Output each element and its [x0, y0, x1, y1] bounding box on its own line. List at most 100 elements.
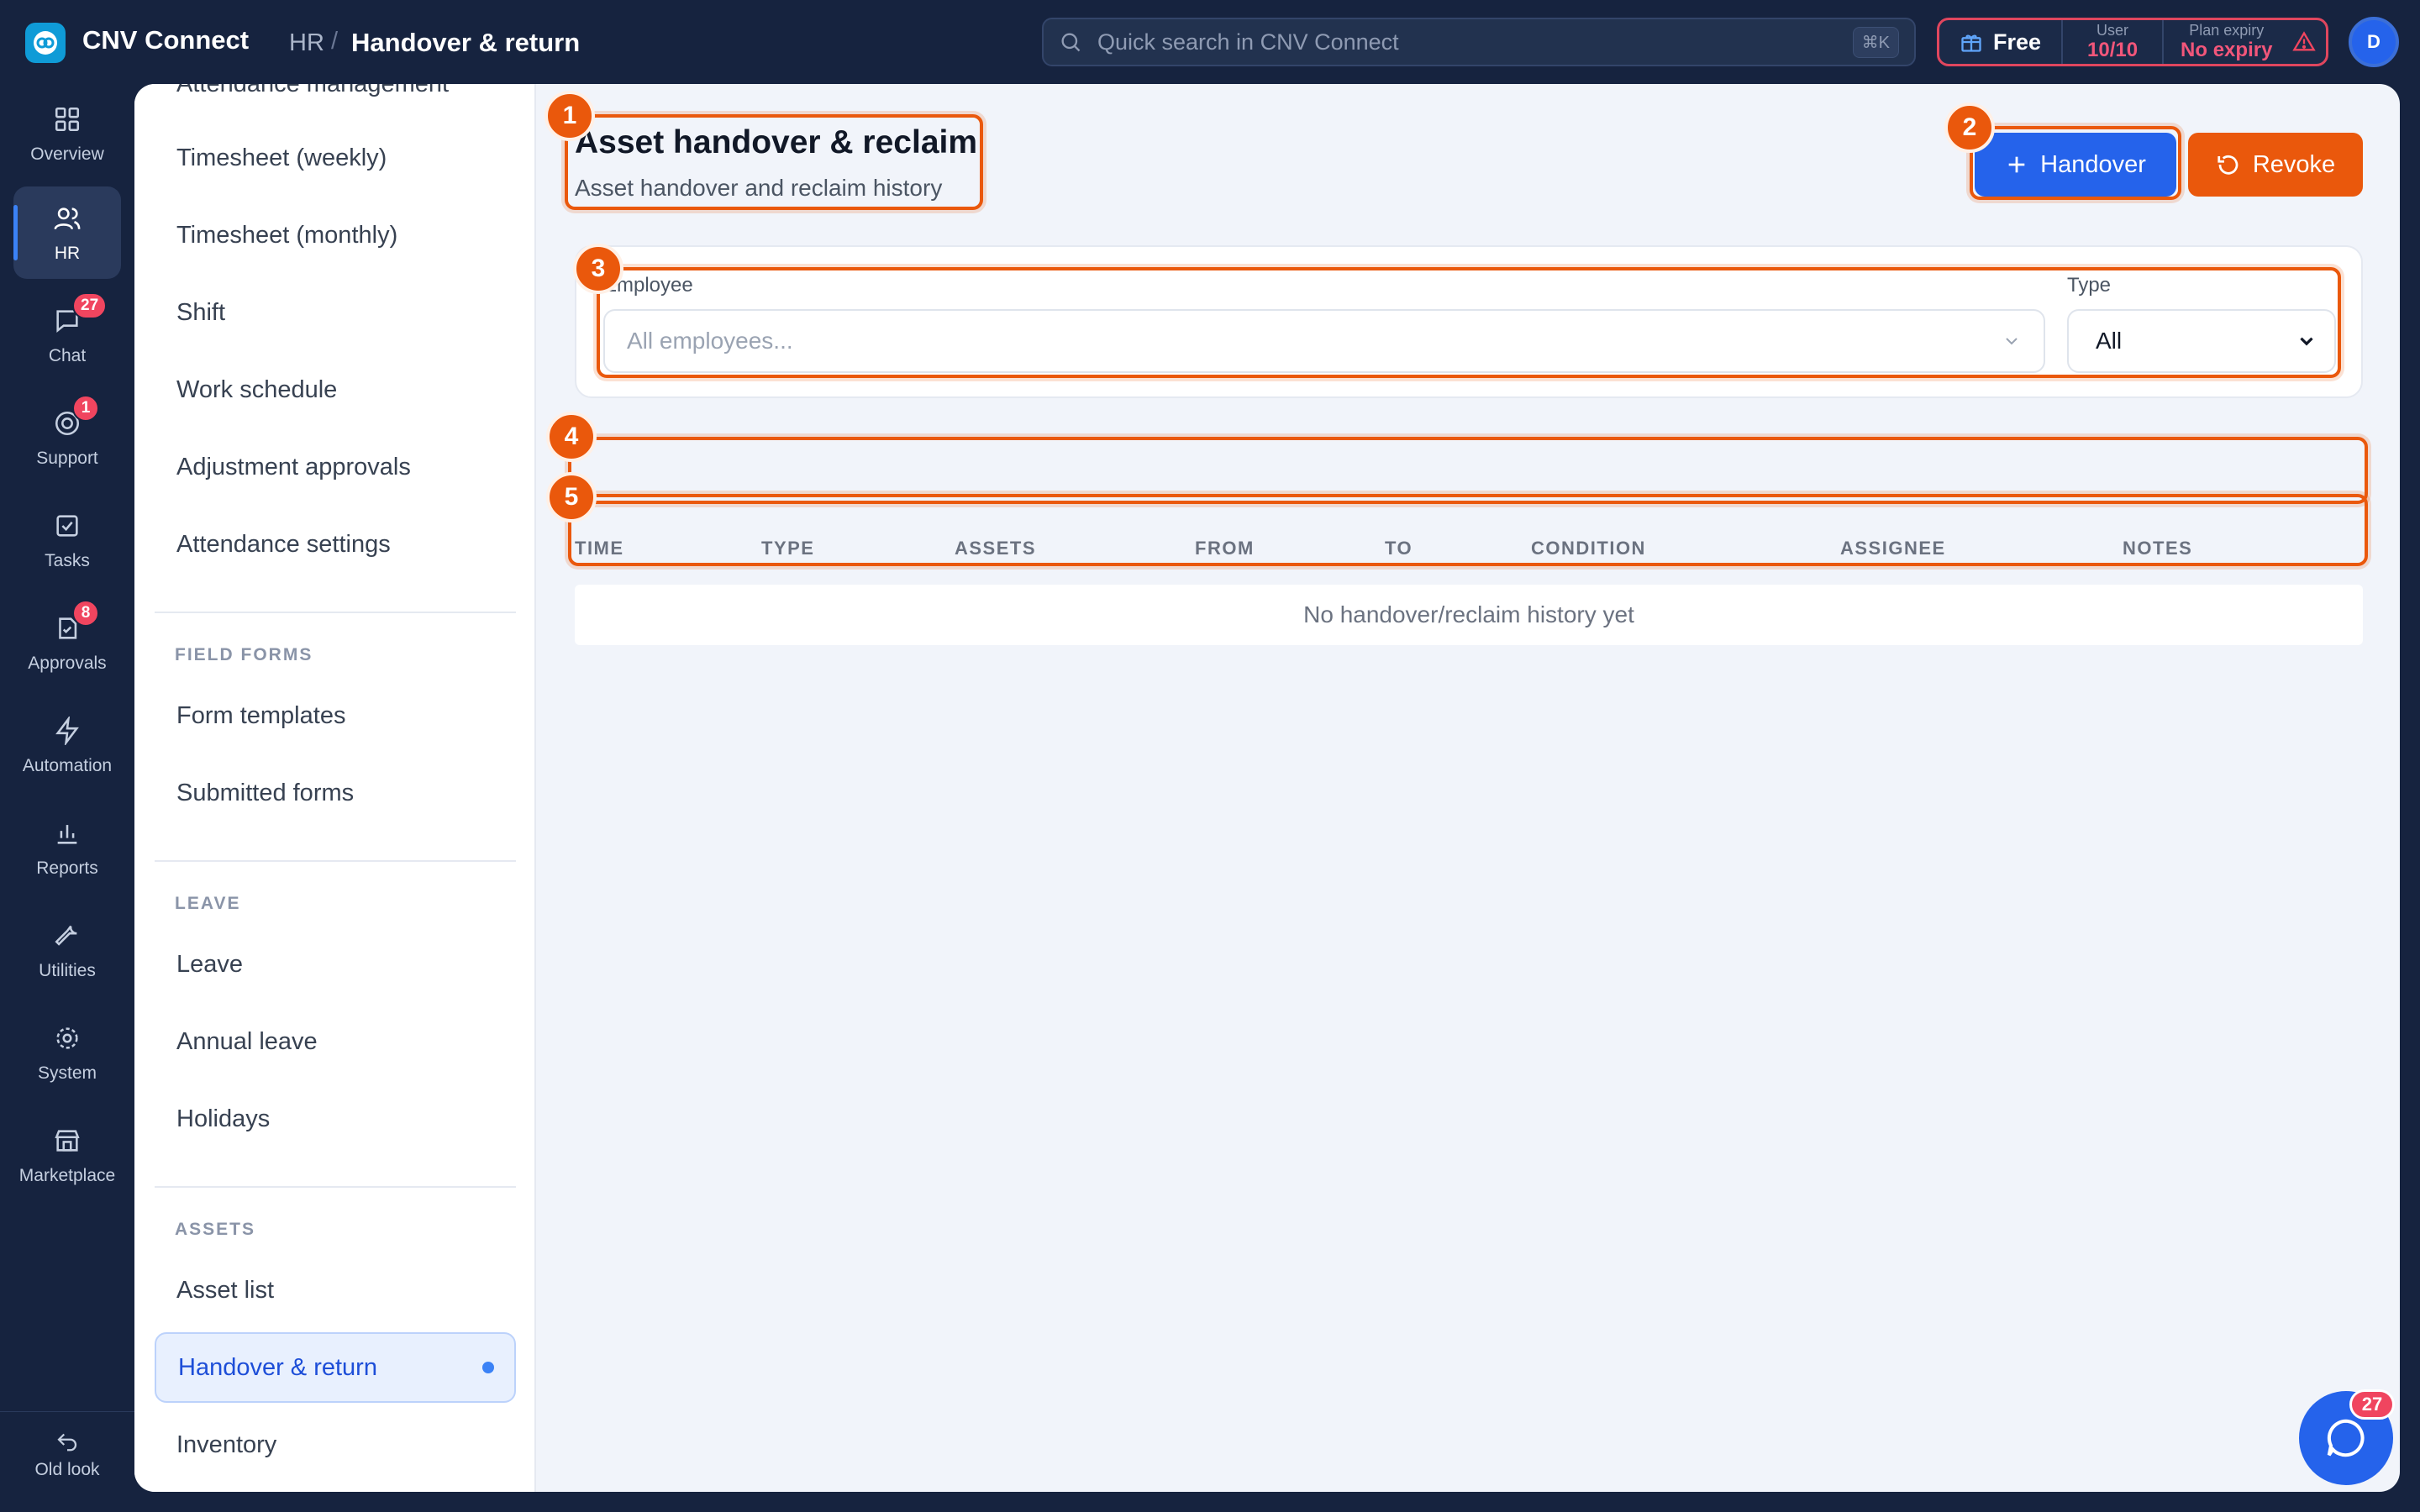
task-check-icon: [50, 509, 84, 543]
subnav-divider: [155, 612, 516, 613]
subnav-item-label: Handover & return: [178, 1353, 377, 1381]
column-header-type[interactable]: TYPE: [761, 538, 814, 559]
subnav-item-form-templates[interactable]: Form templates: [155, 680, 516, 751]
plan-user-value: 10/10: [2087, 39, 2139, 61]
approvals-icon: 8: [50, 600, 99, 645]
search-input[interactable]: Quick search in CNV Connect ⌘K: [1042, 18, 1916, 66]
plan-status[interactable]: Free User 10/10 Plan expiry No expiry: [1937, 18, 2328, 66]
breadcrumb-parent[interactable]: HR: [289, 29, 324, 57]
rail-item-chat[interactable]: 27 Chat: [13, 289, 121, 381]
subnav-item-handover-return[interactable]: Handover & return: [155, 1332, 516, 1403]
rail-item-overview[interactable]: Overview: [13, 87, 121, 180]
rail-label: Reports: [36, 858, 98, 878]
plus-icon: [2005, 153, 2028, 176]
column-header-from[interactable]: FROM: [1195, 538, 1255, 559]
rail-item-support[interactable]: 1 Support: [13, 391, 121, 484]
top-bar: CNV Connect HR / Handover & return Quick…: [0, 0, 2420, 84]
app-logo-icon[interactable]: [25, 23, 66, 63]
subnav-item-leave[interactable]: Leave: [155, 929, 516, 1000]
subnav-item-asset-list[interactable]: Asset list: [155, 1255, 516, 1326]
old-look-button[interactable]: Old look: [13, 1428, 121, 1504]
column-header-assignee[interactable]: ASSIGNEE: [1840, 538, 1946, 559]
bar-chart-icon: [50, 816, 84, 850]
chat-icon: 27: [50, 292, 108, 338]
handover-button[interactable]: Handover: [1975, 133, 2176, 197]
wrench-icon: [50, 919, 84, 953]
plan-expiry-label: Plan expiry: [2189, 22, 2265, 39]
annotation-marker-3: 3: [573, 244, 623, 294]
rail-label: Automation: [22, 756, 113, 775]
revoke-icon: [2216, 152, 2241, 177]
subnav-item-timesheet-monthly[interactable]: Timesheet (monthly): [155, 200, 516, 270]
page-title: Asset handover & reclaim: [575, 124, 978, 160]
rail-item-hr[interactable]: HR: [13, 186, 121, 279]
section-leave: LEAVE: [175, 894, 241, 913]
column-header-time[interactable]: TIME: [575, 538, 624, 559]
main-nav-rail: Overview HR 27 Chat 1 Support Tasks 8 Ap…: [0, 84, 134, 1512]
subnav-divider: [155, 1186, 516, 1188]
revoke-button[interactable]: Revoke: [2188, 133, 2363, 197]
section-assets: ASSETS: [175, 1220, 256, 1239]
rail-label: Marketplace: [18, 1166, 116, 1185]
chevron-down-icon: [2002, 331, 2022, 351]
rail-item-tasks[interactable]: Tasks: [13, 494, 121, 586]
rail-item-reports[interactable]: Reports: [13, 801, 121, 894]
chat-bubble-icon: [2323, 1415, 2369, 1461]
old-look-label: Old look: [34, 1460, 100, 1479]
subnav-item-holidays[interactable]: Holidays: [155, 1084, 516, 1154]
avatar[interactable]: D: [2349, 17, 2399, 67]
subnav-item-annual-leave[interactable]: Annual leave: [155, 1006, 516, 1077]
handover-label: Handover: [2040, 150, 2146, 178]
column-header-assets[interactable]: ASSETS: [955, 538, 1036, 559]
rail-label: Support: [36, 449, 98, 468]
type-filter-label: Type: [2067, 274, 2112, 297]
rail-item-utilities[interactable]: Utilities: [13, 904, 121, 996]
grid-icon: [50, 102, 84, 136]
app-name[interactable]: CNV Connect: [82, 25, 249, 55]
chat-badge: 27: [72, 292, 108, 319]
store-icon: [50, 1124, 84, 1158]
hr-subnav: Attendance management Timesheet (weekly)…: [134, 84, 536, 1492]
column-header-condition[interactable]: CONDITION: [1531, 538, 1646, 559]
section-field-forms: FIELD FORMS: [175, 645, 313, 664]
rail-label: HR: [54, 244, 81, 263]
annotation-marker-2: 2: [1944, 102, 1995, 153]
rail-label: Overview: [30, 144, 104, 164]
plan-free-badge: Free: [1939, 20, 2064, 64]
table-empty-state: No handover/reclaim history yet: [575, 585, 2363, 645]
plan-expiry-value: No expiry: [2181, 39, 2273, 61]
subnav-item-attendance-settings[interactable]: Attendance settings: [155, 509, 516, 580]
column-header-to[interactable]: TO: [1385, 538, 1413, 559]
rail-item-approvals[interactable]: 8 Approvals: [13, 596, 121, 689]
subnav-item-adjustment-approvals[interactable]: Adjustment approvals: [155, 432, 516, 502]
rail-label: System: [37, 1063, 97, 1083]
type-select[interactable]: All: [2067, 309, 2336, 373]
approvals-badge: 8: [72, 600, 99, 627]
subnav-item-work-schedule[interactable]: Work schedule: [155, 354, 516, 425]
main-panel: Attendance management Timesheet (weekly)…: [134, 84, 2400, 1492]
rail-item-automation[interactable]: Automation: [13, 699, 121, 791]
rail-label: Approvals: [28, 654, 107, 673]
warning-icon: [2292, 30, 2317, 54]
subnav-item-shift[interactable]: Shift: [155, 277, 516, 348]
search-icon: [1059, 30, 1082, 54]
rail-item-system[interactable]: System: [13, 1006, 121, 1099]
rail-label: Utilities: [39, 961, 96, 980]
breadcrumb-separator: /: [331, 28, 339, 55]
annotation-marker-4: 4: [546, 412, 597, 462]
revoke-label: Revoke: [2252, 150, 2336, 178]
subnav-divider: [155, 860, 516, 862]
annotation-marker-1: 1: [544, 91, 595, 141]
rail-item-marketplace[interactable]: Marketplace: [13, 1109, 121, 1201]
subnav-item-inventory[interactable]: Inventory: [155, 1410, 516, 1480]
support-icon: 1: [50, 395, 99, 440]
subnav-item-attendance-management[interactable]: Attendance management: [155, 84, 516, 119]
subnav-item-timesheet-weekly[interactable]: Timesheet (weekly): [155, 123, 516, 193]
chat-fab-badge: 27: [2349, 1389, 2395, 1420]
search-placeholder: Quick search in CNV Connect: [1097, 29, 1399, 55]
gear-icon: [50, 1021, 84, 1055]
subnav-item-submitted-forms[interactable]: Submitted forms: [155, 758, 516, 828]
plan-name: Free: [1993, 29, 2042, 55]
column-header-notes[interactable]: NOTES: [2123, 538, 2192, 559]
employee-select[interactable]: All employees...: [603, 309, 2045, 373]
